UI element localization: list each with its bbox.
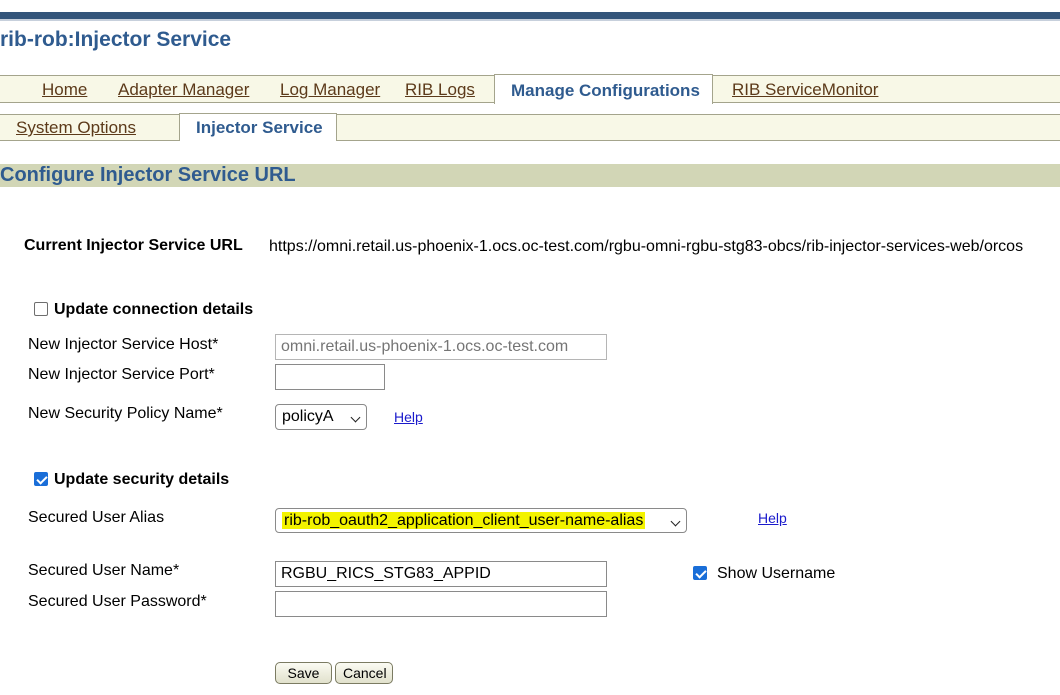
host-input[interactable] [275, 334, 607, 360]
password-label: Secured User Password* [28, 593, 207, 610]
policy-label: New Security Policy Name* [28, 405, 223, 422]
show-username-label: Show Username [717, 565, 836, 582]
chevron-down-icon [350, 412, 361, 423]
show-username-checkbox[interactable] [693, 566, 707, 580]
port-input[interactable] [275, 364, 385, 390]
save-button[interactable]: Save [275, 662, 332, 684]
alias-help-link[interactable]: Help [758, 510, 787, 526]
tab-rib-logs[interactable]: RIB Logs [405, 80, 475, 100]
section-title: Configure Injector Service URL [0, 164, 296, 186]
subtab-injector-service[interactable]: Injector Service [179, 113, 337, 141]
tab-rib-servicemonitor[interactable]: RIB ServiceMonitor [732, 80, 878, 100]
tab-log-manager[interactable]: Log Manager [280, 80, 380, 100]
alias-label: Secured User Alias [28, 509, 165, 526]
port-label: New Injector Service Port* [28, 366, 215, 383]
top-bar [0, 12, 1060, 19]
tab-adapter-manager[interactable]: Adapter Manager [118, 80, 249, 100]
tab-manage-configurations[interactable]: Manage Configurations [494, 74, 713, 104]
current-url-clip: https://omni.retail.us-phoenix-1.ocs.oc-… [269, 238, 1060, 256]
main-tab-bar: Home Adapter Manager Log Manager RIB Log… [0, 74, 1060, 104]
alias-select-value: rib-rob_oauth2_application_client_user-n… [282, 512, 646, 529]
policy-help-link[interactable]: Help [394, 409, 423, 425]
update-security-label: Update security details [54, 471, 230, 488]
section-header: Configure Injector Service URL [0, 164, 1060, 187]
cancel-button[interactable]: Cancel [335, 662, 393, 684]
current-url-label: Current Injector Service URL [24, 237, 243, 254]
app-title: rib-rob:Injector Service [0, 28, 232, 51]
chevron-down-icon [670, 516, 681, 527]
password-input[interactable] [275, 591, 607, 617]
username-input[interactable] [275, 561, 607, 587]
alias-select[interactable]: rib-rob_oauth2_application_client_user-n… [275, 508, 687, 533]
subtab-system-options[interactable]: System Options [16, 118, 136, 138]
update-connection-label: Update connection details [54, 301, 254, 318]
sub-tab-bar: System Options Injector Service [0, 113, 1060, 141]
policy-select[interactable]: policyA [275, 404, 367, 430]
username-label: Secured User Name* [28, 562, 180, 579]
update-security-checkbox[interactable] [34, 472, 48, 486]
host-label: New Injector Service Host* [28, 336, 219, 353]
policy-select-value: policyA [282, 408, 334, 425]
top-bar-shadow [0, 19, 1060, 21]
update-connection-checkbox[interactable] [34, 302, 48, 316]
tab-home[interactable]: Home [42, 80, 87, 100]
current-url-value: https://omni.retail.us-phoenix-1.ocs.oc-… [269, 238, 1024, 255]
